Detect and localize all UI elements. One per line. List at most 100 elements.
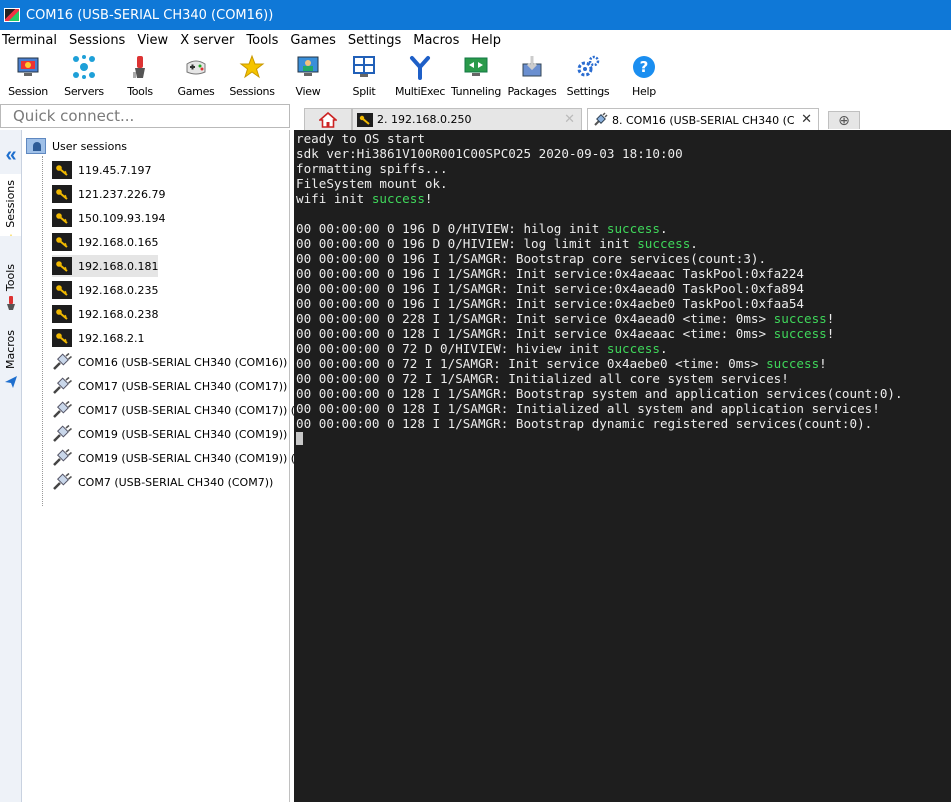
sessions-button[interactable]: Sessions [224, 50, 280, 102]
session-label: COM7 (USB-SERIAL CH340 (COM7)) [78, 475, 274, 489]
terminal-cursor [296, 432, 303, 445]
help-button[interactable]: ? Help [616, 50, 672, 102]
menu-sessions[interactable]: Sessions [67, 33, 131, 48]
tunneling-button[interactable]: Tunneling [448, 50, 504, 102]
terminal-line: 00 00:00:00 0 128 I 1/SAMGR: Init servic… [296, 326, 835, 341]
menu-games[interactable]: Games [288, 33, 341, 48]
session-item[interactable]: 119.45.7.197 [52, 159, 151, 181]
plug-icon [52, 425, 72, 443]
key-icon [52, 257, 72, 275]
menu-settings[interactable]: Settings [346, 33, 407, 48]
session-item[interactable]: 192.168.0.181 [52, 255, 159, 277]
terminal-line: 00 00:00:00 0 196 D 0/HIVIEW: hilog init… [296, 221, 668, 236]
tools-icon [126, 53, 154, 81]
terminal-line: ready to OS start [296, 131, 425, 146]
session-label: 192.168.0.235 [78, 283, 159, 297]
quick-connect-input[interactable]: Quick connect... [0, 104, 290, 128]
tab-ssh-session[interactable]: 2. 192.168.0.250 ✕ [352, 108, 582, 130]
session-item[interactable]: 192.168.0.165 [52, 231, 158, 253]
servers-button[interactable]: Servers [56, 50, 112, 102]
side-tab-tools[interactable]: Tools [0, 258, 21, 320]
session-item[interactable]: COM7 (USB-SERIAL CH340 (COM7)) [52, 471, 273, 493]
key-icon [52, 161, 72, 179]
terminal-line: 00 00:00:00 0 128 I 1/SAMGR: Initialized… [296, 401, 880, 416]
key-icon [52, 281, 72, 299]
tools-button[interactable]: Tools [112, 50, 168, 102]
menu-x-server[interactable]: X server [178, 33, 240, 48]
terminal-line: formatting spiffs... [296, 161, 448, 176]
plus-icon: ⊕ [838, 112, 850, 129]
help-icon: ? [630, 53, 658, 81]
menu-macros[interactable]: Macros [411, 33, 465, 48]
games-button[interactable]: Games [168, 50, 224, 102]
title-bar: COM16 (USB-SERIAL CH340 (COM16)) [0, 0, 951, 30]
terminal-line: FileSystem mount ok. [296, 176, 448, 191]
split-button[interactable]: Split [336, 50, 392, 102]
side-tab-sessions[interactable]: Sessions [0, 174, 21, 236]
settings-button[interactable]: Settings [560, 50, 616, 102]
session-label: 119.45.7.197 [78, 163, 152, 177]
terminal-line: 00 00:00:00 0 128 I 1/SAMGR: Bootstrap d… [296, 416, 873, 431]
session-item[interactable]: 192.168.0.238 [52, 303, 158, 325]
terminal-line: 00 00:00:00 0 72 I 1/SAMGR: Initialized … [296, 371, 789, 386]
terminal-line: wifi init success! [296, 191, 433, 206]
tab-home[interactable] [304, 108, 352, 130]
toolbar: Session Servers Tools Games Sessions Vie… [0, 50, 951, 102]
close-icon[interactable]: ✕ [564, 112, 575, 127]
session-item[interactable]: 150.109.93.194 [52, 207, 165, 229]
svg-text:?: ? [640, 58, 649, 76]
multiexec-icon [406, 53, 434, 81]
session-item[interactable]: COM16 (USB-SERIAL CH340 (COM16)) [52, 351, 287, 373]
plug-icon [594, 112, 608, 126]
home-icon [319, 111, 337, 128]
menu-help[interactable]: Help [469, 33, 507, 48]
terminal-line: 00 00:00:00 0 196 I 1/SAMGR: Bootstrap c… [296, 251, 767, 266]
session-item[interactable]: COM19 (USB-SERIAL CH340 (COM19)) (1) [52, 447, 306, 469]
terminal-cursor-line [296, 431, 951, 446]
collapse-sidebar-icon[interactable]: « [2, 144, 20, 166]
menu-view[interactable]: View [135, 33, 174, 48]
plug-icon [52, 377, 72, 395]
menu-tools[interactable]: Tools [244, 33, 284, 48]
mobaxterm-window: COM16 (USB-SERIAL CH340 (COM16)) Termina… [0, 0, 951, 802]
packages-button[interactable]: Packages [504, 50, 560, 102]
session-item[interactable]: COM17 (USB-SERIAL CH340 (COM17)) [52, 375, 287, 397]
terminal-line: 00 00:00:00 0 72 I 1/SAMGR: Init service… [296, 356, 827, 371]
terminal-line: sdk ver:Hi3861V100R001C00SPC025 2020-09-… [296, 146, 683, 161]
key-icon [357, 112, 373, 127]
session-item[interactable]: COM19 (USB-SERIAL CH340 (COM19)) [52, 423, 287, 445]
session-item[interactable]: 121.237.226.79 [52, 183, 165, 205]
tree-root-label: User sessions [52, 139, 128, 153]
terminal-line: 00 00:00:00 0 228 I 1/SAMGR: Init servic… [296, 311, 835, 326]
session-button[interactable]: Session [0, 50, 56, 102]
tree-root-user-sessions[interactable]: User sessions [26, 136, 127, 156]
session-item[interactable]: COM17 (USB-SERIAL CH340 (COM17)) (1) [52, 399, 306, 421]
tab-serial-session[interactable]: 8. COM16 (USB-SERIAL CH340 (C ✕ [587, 108, 819, 131]
session-item[interactable]: 192.168.2.1 [52, 327, 144, 349]
side-tab-macros[interactable]: Macros [0, 326, 21, 392]
new-tab-button[interactable]: ⊕ [828, 111, 860, 129]
menu-bar: Terminal Sessions View X server Tools Ga… [0, 30, 951, 50]
terminal-line: 00 00:00:00 0 128 I 1/SAMGR: Bootstrap s… [296, 386, 903, 401]
servers-icon [70, 53, 98, 81]
session-item[interactable]: 192.168.0.235 [52, 279, 158, 301]
menu-terminal[interactable]: Terminal [0, 33, 63, 48]
window-title: COM16 (USB-SERIAL CH340 (COM16)) [26, 7, 274, 23]
key-icon [52, 185, 72, 203]
app-icon [4, 8, 20, 22]
terminal-output[interactable]: ready to OS start sdk ver:Hi3861V100R001C… [294, 130, 951, 802]
session-label: 192.168.0.165 [78, 235, 159, 249]
view-icon [294, 53, 322, 81]
tools-icon [6, 296, 15, 311]
terminal-line: 00 00:00:00 0 72 D 0/HIVIEW: hiview init… [296, 341, 668, 356]
session-label: COM19 (USB-SERIAL CH340 (COM19)) [78, 427, 288, 441]
key-icon [52, 305, 72, 323]
close-icon[interactable]: ✕ [801, 112, 812, 127]
view-button[interactable]: View [280, 50, 336, 102]
session-label: COM17 (USB-SERIAL CH340 (COM17)) [78, 379, 288, 393]
plug-icon [52, 449, 72, 467]
multiexec-button[interactable]: MultiExec [392, 50, 448, 102]
key-icon [52, 329, 72, 347]
gear-icon [574, 53, 602, 81]
tab-label: 8. COM16 (USB-SERIAL CH340 (C [612, 113, 795, 127]
